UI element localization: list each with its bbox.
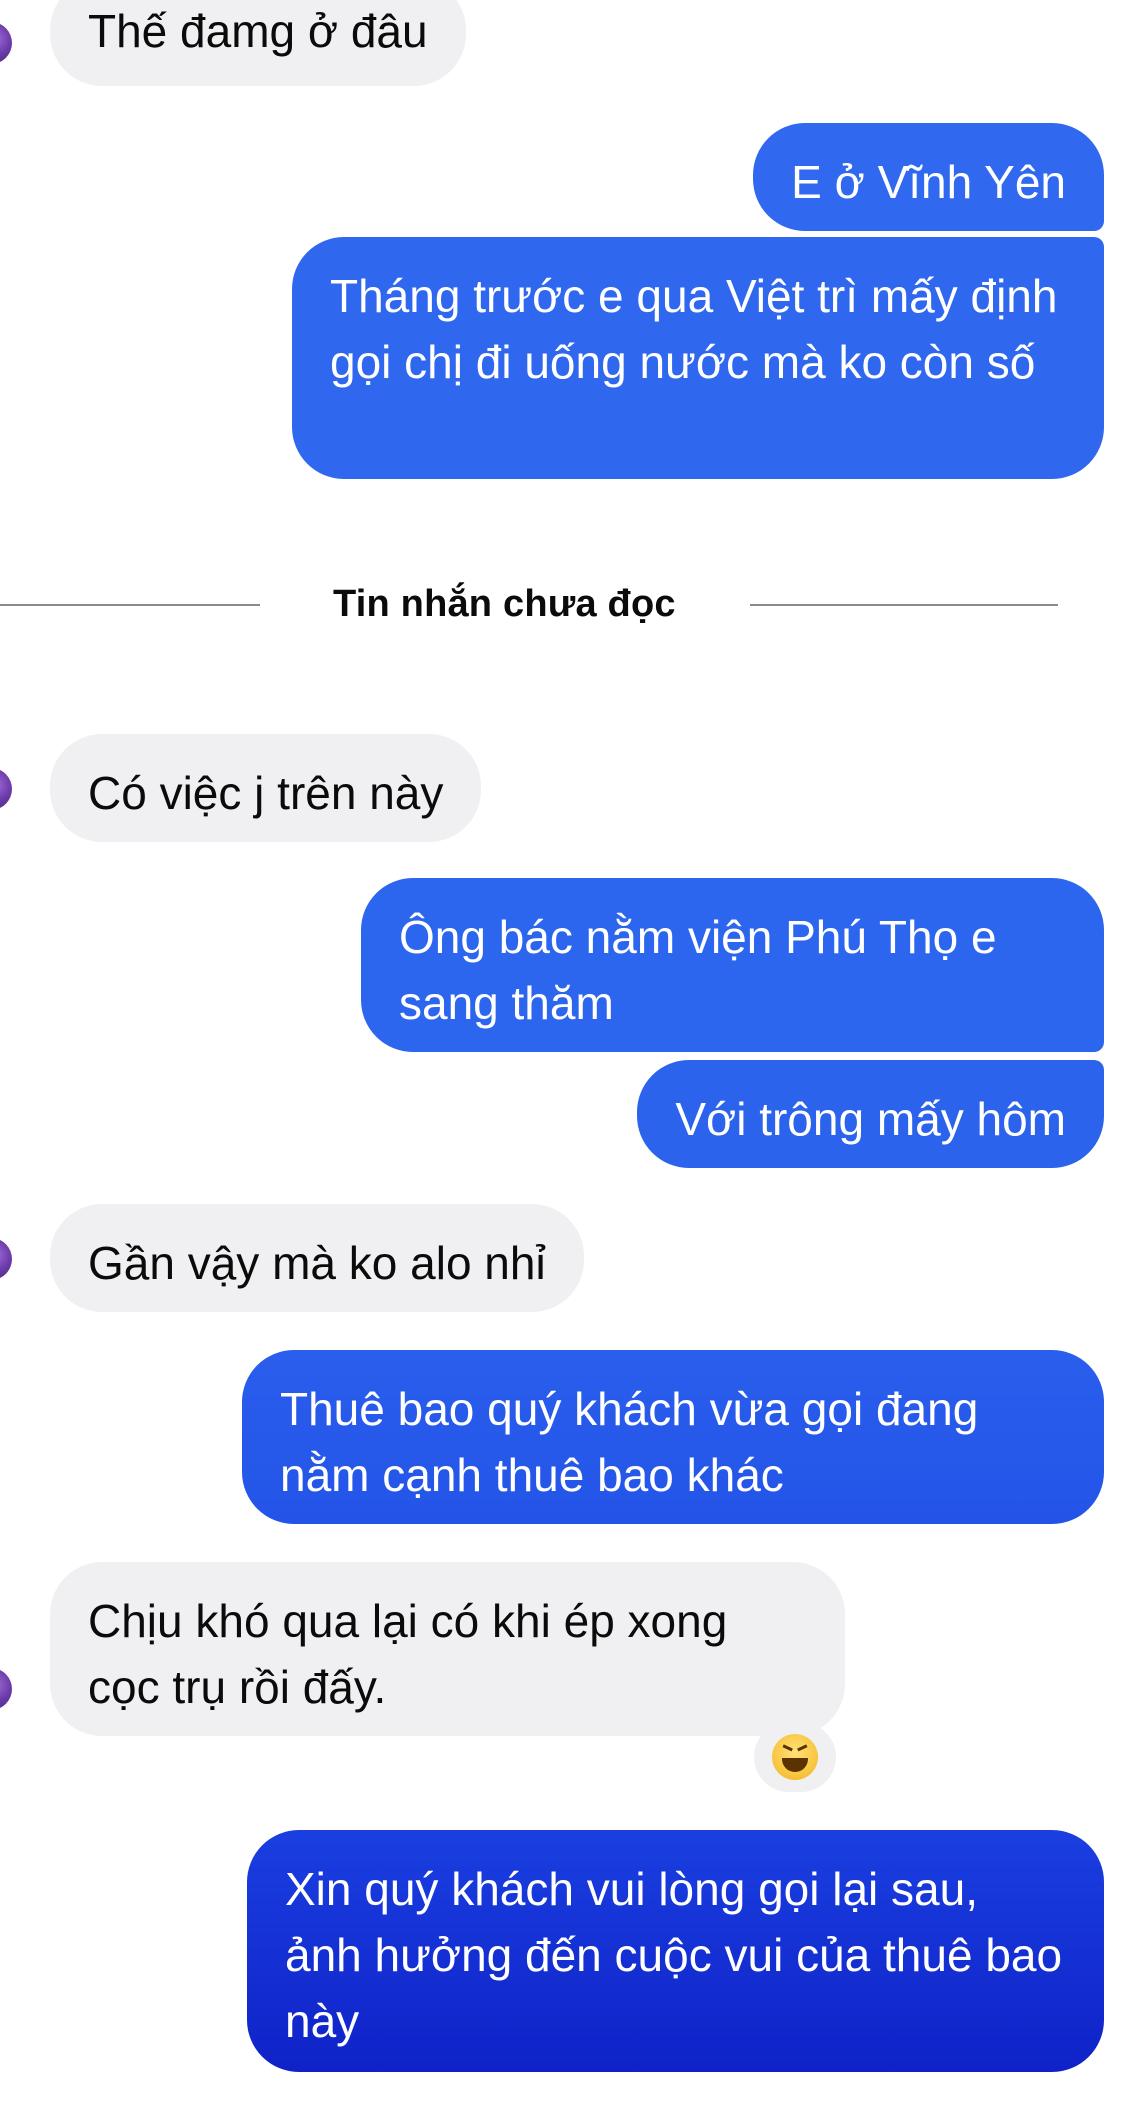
message-text: Gần vậy mà ko alo nhỉ <box>88 1237 546 1289</box>
message-bubble-outgoing[interactable]: Xin quý khách vui lòng gọi lại sau, ảnh … <box>247 1830 1104 2072</box>
message-text: Thuê bao quý khách vừa gọi đang nằm cạnh… <box>280 1383 979 1501</box>
emoji-mouth <box>782 1758 808 1772</box>
message-text: Có việc j trên này <box>88 767 444 819</box>
message-thread: Thế đamg ở đâu E ở Vĩnh Yên Tháng trước … <box>0 0 1122 2103</box>
message-text: Xin quý khách vui lòng gọi lại sau, ảnh … <box>285 1863 1063 2047</box>
message-bubble-incoming[interactable]: Thế đamg ở đâu <box>50 0 466 86</box>
contact-avatar[interactable] <box>0 1668 12 1710</box>
message-bubble-outgoing[interactable]: Tháng trước e qua Việt trì mấy định gọi … <box>292 237 1104 479</box>
contact-avatar[interactable] <box>0 1238 12 1280</box>
message-bubble-incoming[interactable]: Có việc j trên này <box>50 734 482 842</box>
message-text: Chịu khó qua lại có khi ép xong cọc trụ … <box>88 1595 728 1713</box>
message-bubble-outgoing[interactable]: Ông bác nằm viện Phú Thọ e sang thăm <box>361 878 1104 1052</box>
emoji-eye <box>797 1744 811 1759</box>
emoji-eye <box>779 1744 793 1759</box>
message-bubble-incoming[interactable]: Chịu khó qua lại có khi ép xong cọc trụ … <box>50 1562 845 1736</box>
message-reaction[interactable] <box>754 1722 836 1792</box>
message-text: E ở Vĩnh Yên <box>791 156 1066 208</box>
message-bubble-outgoing[interactable]: Với trông mấy hôm <box>637 1060 1104 1168</box>
message-text: Thế đamg ở đâu <box>88 5 428 57</box>
contact-avatar[interactable] <box>0 768 12 810</box>
message-text: Ông bác nằm viện Phú Thọ e sang thăm <box>399 911 997 1029</box>
message-text: Với trông mấy hôm <box>675 1093 1066 1145</box>
divider-line-left <box>0 604 260 606</box>
message-bubble-incoming[interactable]: Gần vậy mà ko alo nhỉ <box>50 1204 584 1312</box>
message-bubble-outgoing[interactable]: Thuê bao quý khách vừa gọi đang nằm cạnh… <box>242 1350 1104 1524</box>
unread-messages-divider: Tin nhắn chưa đọc <box>0 582 1122 626</box>
divider-line-right <box>750 604 1058 606</box>
contact-avatar[interactable] <box>0 22 12 64</box>
unread-divider-label: Tin nhắn chưa đọc <box>333 583 676 625</box>
message-text: Tháng trước e qua Việt trì mấy định gọi … <box>330 270 1058 388</box>
grinning-squinting-face-icon <box>772 1734 818 1780</box>
message-bubble-outgoing[interactable]: E ở Vĩnh Yên <box>753 123 1104 231</box>
